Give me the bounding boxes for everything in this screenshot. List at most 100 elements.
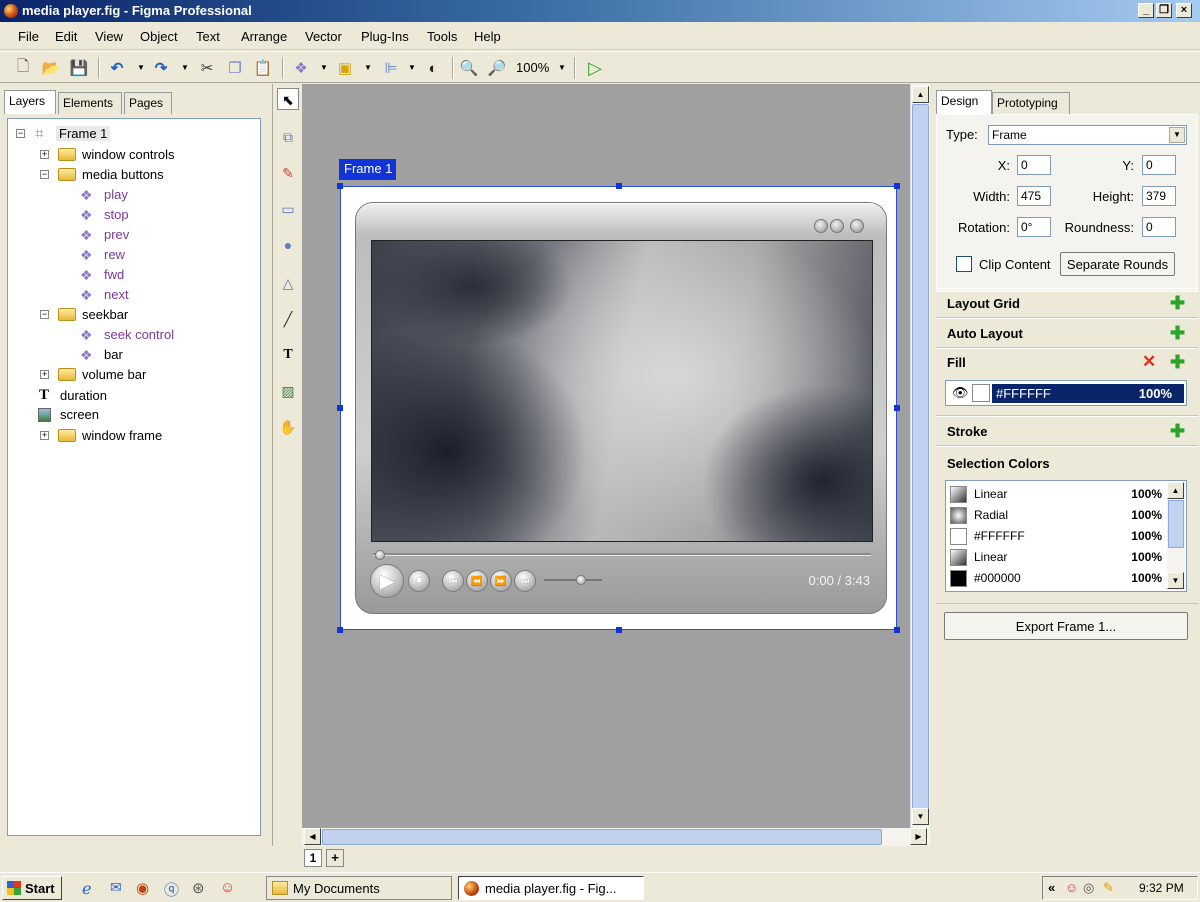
- tray-volume-icon[interactable]: ◎: [1083, 880, 1094, 896]
- menu-plugins[interactable]: Plug-Ins: [361, 29, 409, 44]
- scroll-up-icon[interactable]: ▲: [1167, 482, 1184, 499]
- separate-rounds-button[interactable]: Separate Rounds: [1060, 252, 1175, 276]
- component-dropdown-icon[interactable]: ▼: [320, 63, 328, 72]
- vertical-scroll-thumb[interactable]: [912, 104, 929, 820]
- menu-help[interactable]: Help: [474, 29, 501, 44]
- collapse-icon[interactable]: −: [40, 170, 49, 179]
- zoom-level[interactable]: 100%: [516, 60, 549, 75]
- tab-design[interactable]: Design: [936, 90, 992, 114]
- redo-icon[interactable]: ↷: [150, 57, 172, 79]
- layer-row-prev[interactable]: ❖ prev: [8, 226, 258, 244]
- hand-tool-icon[interactable]: ✋: [277, 416, 299, 438]
- resize-handle[interactable]: [894, 627, 900, 633]
- menu-edit[interactable]: Edit: [55, 29, 77, 44]
- menu-tools[interactable]: Tools: [427, 29, 457, 44]
- clip-content-checkbox[interactable]: [956, 256, 972, 272]
- add-stroke-icon[interactable]: ✚: [1170, 422, 1185, 440]
- fill-row[interactable]: 👁 #FFFFFF 100%: [945, 380, 1187, 406]
- triangle-tool-icon[interactable]: △: [277, 272, 299, 294]
- redo-dropdown-icon[interactable]: ▼: [181, 63, 189, 72]
- layer-row-duration[interactable]: T duration: [8, 387, 258, 405]
- play-prototype-icon[interactable]: ▷: [584, 57, 606, 79]
- type-select[interactable]: Frame ▼: [988, 125, 1187, 145]
- tab-layers[interactable]: Layers: [4, 90, 56, 114]
- menu-text[interactable]: Text: [196, 29, 220, 44]
- tray-tool-icon[interactable]: ✎: [1103, 880, 1114, 896]
- quicktime-icon[interactable]: ⓠ: [164, 879, 179, 900]
- scroll-down-icon[interactable]: ▼: [1167, 572, 1184, 589]
- list-scroll-thumb[interactable]: [1168, 500, 1184, 548]
- white-swatch[interactable]: [950, 528, 967, 545]
- menu-object[interactable]: Object: [140, 29, 178, 44]
- black-swatch[interactable]: [950, 570, 967, 587]
- x-input[interactable]: 0: [1017, 155, 1051, 175]
- minimize-button[interactable]: _: [1138, 3, 1154, 18]
- selection-color-row[interactable]: #000000 100%: [950, 568, 1162, 588]
- cut-icon[interactable]: ✂: [196, 57, 218, 79]
- layer-row-bar[interactable]: ❖ bar: [8, 346, 258, 364]
- export-frame-button[interactable]: Export Frame 1...: [944, 612, 1188, 640]
- layer-row-seek-control[interactable]: ❖ seek control: [8, 326, 258, 344]
- rectangle-tool-icon[interactable]: ▭: [277, 198, 299, 220]
- scroll-right-icon[interactable]: ▶: [910, 828, 927, 845]
- layer-row-play[interactable]: ❖ play: [8, 186, 258, 204]
- selection-color-row[interactable]: Radial 100%: [950, 505, 1162, 525]
- component-icon[interactable]: ❖: [290, 57, 312, 79]
- linear-swatch[interactable]: [950, 549, 967, 566]
- save-icon[interactable]: 💾: [68, 57, 90, 79]
- frame-tool-icon[interactable]: ⧉: [277, 126, 299, 148]
- zoom-out-icon[interactable]: 🔎: [486, 57, 508, 79]
- zoom-dropdown-icon[interactable]: ▼: [558, 63, 566, 72]
- image-tool-icon[interactable]: ▨: [277, 380, 299, 402]
- list-scrollbar[interactable]: ▲ ▼: [1167, 482, 1185, 590]
- outlook-icon[interactable]: ✉: [110, 879, 122, 896]
- copy-icon[interactable]: ❐: [224, 57, 246, 79]
- add-page-button[interactable]: +: [326, 849, 344, 867]
- layer-row-window-controls[interactable]: + window controls: [8, 146, 258, 164]
- expand-icon[interactable]: +: [40, 431, 49, 440]
- start-button[interactable]: Start: [2, 876, 62, 900]
- browser-icon[interactable]: ◉: [136, 879, 149, 897]
- zoom-in-icon[interactable]: 🔍: [458, 57, 480, 79]
- undo-dropdown-icon[interactable]: ▼: [137, 63, 145, 72]
- align-dropdown-icon[interactable]: ▼: [408, 63, 416, 72]
- horizontal-scrollbar[interactable]: ◀ ▶: [302, 828, 930, 846]
- tab-elements[interactable]: Elements: [58, 92, 122, 114]
- layer-row-seekbar[interactable]: − seekbar: [8, 306, 258, 324]
- add-fill-icon[interactable]: ✚: [1170, 353, 1185, 371]
- paste-icon[interactable]: 📋: [252, 57, 274, 79]
- contrast-icon[interactable]: ◐: [422, 57, 444, 79]
- resize-handle[interactable]: [616, 627, 622, 633]
- visibility-eye-icon[interactable]: 👁: [952, 385, 969, 401]
- resize-handle[interactable]: [337, 405, 343, 411]
- selection-color-row[interactable]: Linear 100%: [950, 547, 1162, 567]
- remove-fill-icon[interactable]: ✕: [1142, 353, 1156, 370]
- taskbar-my-documents[interactable]: My Documents: [266, 876, 452, 900]
- select-tool-icon[interactable]: ⬉: [277, 88, 299, 110]
- scroll-down-icon[interactable]: ▼: [912, 808, 929, 825]
- line-tool-icon[interactable]: ╱: [277, 308, 299, 330]
- expand-icon[interactable]: +: [40, 150, 49, 159]
- roundness-input[interactable]: 0: [1142, 217, 1176, 237]
- ellipse-tool-icon[interactable]: ●: [277, 234, 299, 256]
- vertical-scrollbar[interactable]: ▲ ▼: [910, 84, 930, 828]
- height-input[interactable]: 379: [1142, 186, 1176, 206]
- tab-prototyping[interactable]: Prototyping: [992, 92, 1070, 114]
- resize-handle[interactable]: [616, 183, 622, 189]
- selection-color-row[interactable]: #FFFFFF 100%: [950, 526, 1162, 546]
- fill-swatch[interactable]: [972, 384, 990, 402]
- restore-button[interactable]: ❐: [1156, 3, 1172, 18]
- layer-row-screen[interactable]: screen: [8, 406, 258, 424]
- collapse-icon[interactable]: −: [40, 310, 49, 319]
- arrange-dropdown-icon[interactable]: ▼: [364, 63, 372, 72]
- resize-handle[interactable]: [337, 627, 343, 633]
- menu-file[interactable]: File: [18, 29, 39, 44]
- horizontal-scroll-thumb[interactable]: [322, 829, 882, 845]
- radial-swatch[interactable]: [950, 507, 967, 524]
- layer-row-frame-1[interactable]: − ⌗ Frame 1: [8, 125, 258, 143]
- menu-vector[interactable]: Vector: [305, 29, 342, 44]
- menu-arrange[interactable]: Arrange: [241, 29, 287, 44]
- resize-handle[interactable]: [894, 405, 900, 411]
- resize-handle[interactable]: [894, 183, 900, 189]
- scroll-up-icon[interactable]: ▲: [912, 86, 929, 103]
